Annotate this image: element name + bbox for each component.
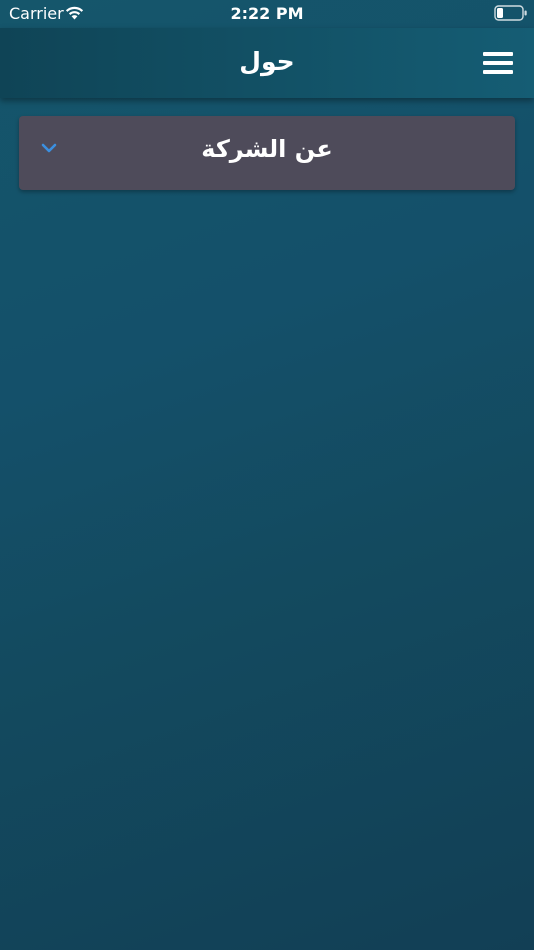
nav-header: حول xyxy=(0,28,534,98)
menu-button[interactable] xyxy=(479,49,517,77)
status-bar: Carrier 2:22 PM xyxy=(0,0,534,28)
chevron-down-icon xyxy=(41,143,57,153)
accordion-title: عن الشركة xyxy=(201,135,333,163)
battery-icon xyxy=(494,5,527,21)
page-title: حول xyxy=(239,47,295,76)
clock: 2:22 PM xyxy=(230,4,304,23)
about-company-accordion[interactable]: عن الشركة xyxy=(19,116,515,190)
